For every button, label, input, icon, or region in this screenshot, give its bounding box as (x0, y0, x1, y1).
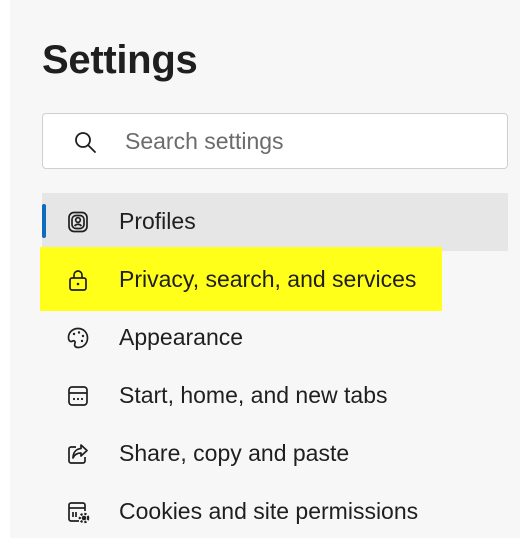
new-tab-icon (66, 384, 90, 408)
sidebar-nav: Profiles Privacy, search, and services A… (40, 193, 508, 541)
share-icon (66, 442, 90, 466)
sidebar-item-label: Share, copy and paste (119, 440, 350, 466)
site-permissions-icon (66, 500, 90, 524)
sidebar-item-label: Start, home, and new tabs (119, 382, 388, 408)
profile-icon (66, 210, 90, 234)
sidebar-item-privacy[interactable]: Privacy, search, and services (40, 247, 508, 311)
sidebar-item-appearance[interactable]: Appearance (42, 309, 508, 367)
sidebar-item-label: Cookies and site permissions (119, 498, 419, 524)
search-icon (73, 130, 97, 154)
lock-icon (66, 268, 90, 292)
sidebar-item-profiles[interactable]: Profiles (42, 193, 508, 251)
sidebar-item-cookies-site-permissions[interactable]: Cookies and site permissions (42, 483, 508, 541)
sidebar-item-label: Profiles (119, 208, 196, 234)
search-input[interactable] (125, 122, 485, 160)
page-title: Settings (42, 38, 198, 82)
sidebar-item-share-copy-paste[interactable]: Share, copy and paste (42, 425, 508, 483)
palette-icon (66, 326, 90, 350)
sidebar-item-label: Appearance (119, 324, 244, 350)
search-box[interactable] (42, 113, 508, 169)
sidebar-item-label: Privacy, search, and services (119, 266, 417, 292)
sidebar-item-start-home-new-tabs[interactable]: Start, home, and new tabs (42, 367, 508, 425)
selected-indicator (42, 204, 46, 238)
